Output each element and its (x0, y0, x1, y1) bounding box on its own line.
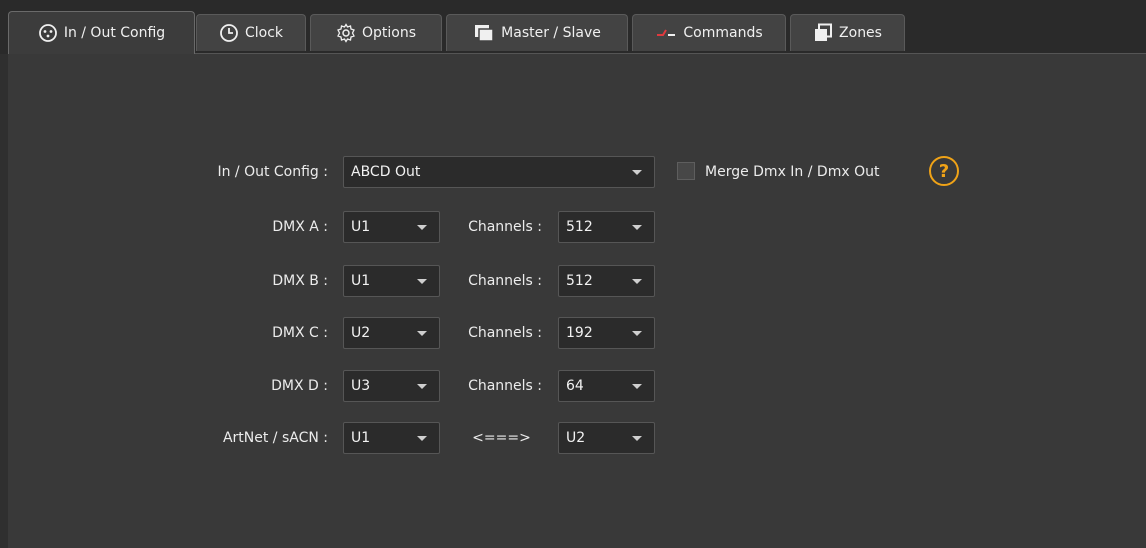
artnet-from-universe-select[interactable]: U1 (343, 422, 440, 454)
tab-in-out-config[interactable]: In / Out Config (8, 11, 195, 54)
help-symbol: ? (938, 160, 950, 182)
dmx-a-label: DMX A : (272, 219, 328, 235)
select-value: U1 (351, 219, 371, 235)
chevron-down-icon (417, 331, 427, 336)
tab-label: Commands (683, 25, 763, 41)
tab-clock[interactable]: Clock (196, 14, 306, 51)
artnet-mapping-arrow: <===> (472, 430, 531, 446)
dmx-c-label: DMX C : (272, 325, 328, 341)
tab-label: Options (361, 25, 417, 41)
select-value: U1 (351, 430, 371, 446)
dmx-b-universe-select[interactable]: U1 (343, 265, 440, 297)
chevron-down-icon (632, 331, 642, 336)
tab-options[interactable]: Options (310, 14, 442, 51)
tab-label: Zones (839, 25, 882, 41)
tab-label: Master / Slave (501, 25, 601, 41)
in-out-config-select[interactable]: ABCD Out (343, 156, 655, 188)
tab-commands[interactable]: Commands (632, 14, 786, 51)
help-icon[interactable]: ? (929, 156, 959, 186)
artnet-to-universe-select[interactable]: U2 (558, 422, 655, 454)
dmx-a-channels-label: Channels : (468, 219, 542, 235)
chevron-down-icon (417, 279, 427, 284)
dmx-d-channels-select[interactable]: 64 (558, 370, 655, 402)
select-value: ABCD Out (351, 164, 421, 180)
select-value: U2 (351, 325, 371, 341)
gear-icon (337, 23, 355, 43)
dmx-d-channels-label: Channels : (468, 378, 542, 394)
select-value: U2 (566, 430, 586, 446)
chevron-down-icon (632, 225, 642, 230)
windows-stack-icon (475, 25, 494, 42)
dmx-a-channels-select[interactable]: 512 (558, 211, 655, 243)
merge-dmx-checkbox[interactable] (677, 162, 695, 180)
tab-label: In / Out Config (63, 25, 166, 41)
merge-dmx-label: Merge Dmx In / Dmx Out (705, 164, 880, 180)
dmx-b-label: DMX B : (272, 273, 328, 289)
dmx-d-label: DMX D : (271, 378, 328, 394)
chevron-down-icon (632, 279, 642, 284)
command-line-icon (657, 29, 676, 36)
chevron-down-icon (417, 384, 427, 389)
chevron-down-icon (417, 225, 427, 230)
dmx-c-universe-select[interactable]: U2 (343, 317, 440, 349)
select-value: 64 (566, 378, 584, 394)
artnet-sacn-label: ArtNet / sACN : (222, 430, 328, 446)
select-value: U3 (351, 378, 371, 394)
chevron-down-icon (632, 170, 642, 175)
dmx-c-channels-label: Channels : (468, 325, 542, 341)
dmx-c-channels-select[interactable]: 192 (558, 317, 655, 349)
zones-icon (815, 23, 833, 41)
clock-icon (220, 24, 238, 42)
dmx-d-universe-select[interactable]: U3 (343, 370, 440, 402)
tab-label: Clock (244, 25, 284, 41)
tab-master-slave[interactable]: Master / Slave (446, 14, 628, 51)
dmx-b-channels-select[interactable]: 512 (558, 265, 655, 297)
tab-zones[interactable]: Zones (790, 14, 905, 51)
dmx-a-universe-select[interactable]: U1 (343, 211, 440, 243)
select-value: 192 (566, 325, 593, 341)
dmx-b-channels-label: Channels : (468, 273, 542, 289)
chevron-down-icon (632, 384, 642, 389)
chevron-down-icon (417, 436, 427, 441)
tab-bar: In / Out Config Clock Options Master / S… (0, 0, 1146, 54)
chevron-down-icon (632, 436, 642, 441)
select-value: 512 (566, 219, 593, 235)
select-value: U1 (351, 273, 371, 289)
select-value: 512 (566, 273, 593, 289)
xlr-connector-icon (38, 24, 57, 42)
in-out-config-label: In / Out Config : (217, 164, 328, 180)
in-out-config-panel (8, 53, 1146, 548)
